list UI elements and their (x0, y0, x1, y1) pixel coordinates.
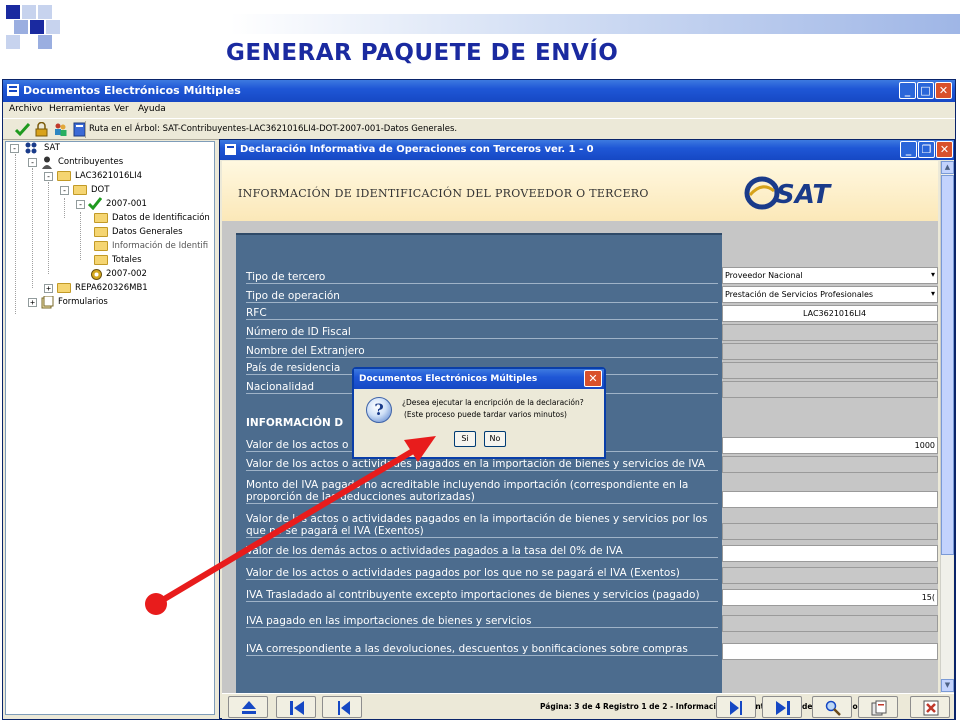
annotation-arrow (145, 436, 436, 615)
presentation-slide: GENERAR PAQUETE DE ENVÍO Documentos Elec… (0, 0, 960, 720)
